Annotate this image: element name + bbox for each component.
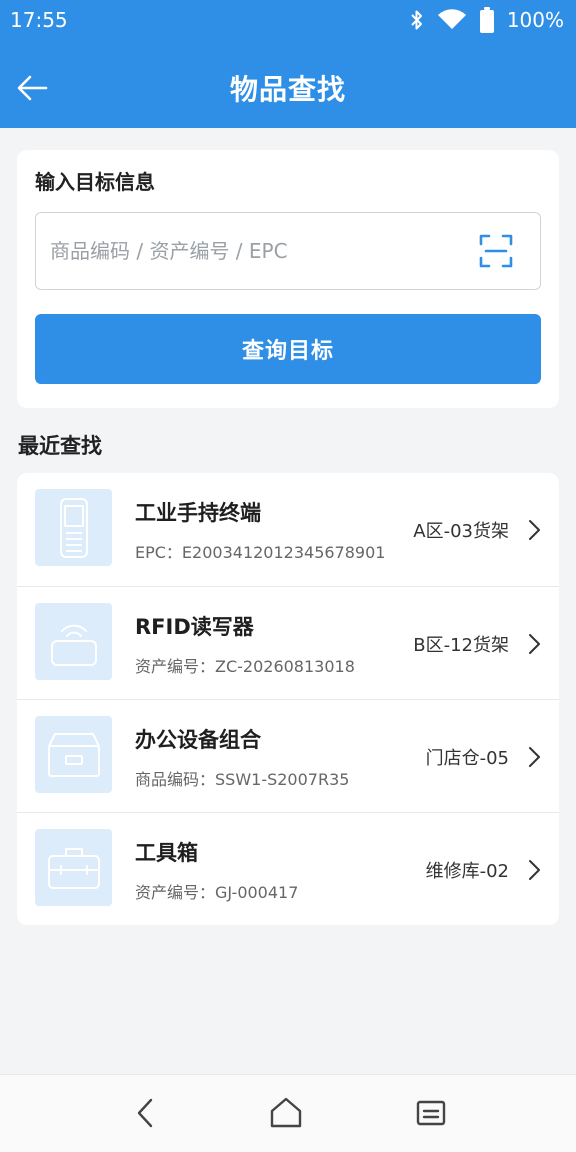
handheld-terminal-icon: [59, 497, 88, 558]
scan-button[interactable]: [478, 233, 514, 269]
battery-percent: 100%: [506, 8, 564, 32]
list-item[interactable]: 工业手持终端 EPC：E2003412012345678901 A区-03货架: [17, 473, 559, 586]
nav-back-icon: [137, 1098, 153, 1128]
list-item[interactable]: RFID读写器 资产编号：ZC-20260813018 B区-12货架: [17, 586, 559, 699]
item-thumbnail: [35, 603, 112, 680]
page-title: 物品查找: [229, 73, 346, 106]
item-thumbnail: [35, 489, 112, 566]
item-thumbnail: [35, 829, 112, 906]
item-code: EPC：E2003412012345678901: [135, 543, 386, 562]
recent-section-title: 最近查找: [18, 434, 102, 458]
storage-box-icon: [47, 732, 100, 777]
bluetooth-icon: [411, 10, 422, 30]
list-item[interactable]: 办公设备组合 商品编码：SSW1-S2007R35 门店仓-05: [17, 699, 559, 812]
item-name: 工业手持终端: [135, 501, 261, 525]
item-location: A区-03货架: [413, 521, 509, 542]
item-location: B区-12货架: [413, 635, 509, 656]
rfid-reader-icon: [50, 624, 97, 666]
item-name: 工具箱: [135, 841, 198, 865]
query-button[interactable]: 查询目标: [35, 314, 541, 384]
system-nav-bar: [0, 1074, 576, 1152]
status-bar: 17:55 100%: [0, 0, 576, 40]
list-item[interactable]: 工具箱 资产编号：GJ-000417 维修库-02: [17, 812, 559, 925]
status-time: 17:55: [10, 8, 68, 32]
item-code: 资产编号：ZC-20260813018: [135, 657, 355, 676]
app-bar: 17:55 100% 物品查找: [0, 0, 576, 128]
title-bar: 物品查找: [0, 50, 576, 128]
nav-back-button[interactable]: [125, 1093, 165, 1133]
item-location: 门店仓-05: [425, 748, 509, 769]
chevron-right-icon: [529, 860, 540, 880]
status-icons: 100%: [409, 7, 564, 33]
nav-recents-button[interactable]: [411, 1093, 451, 1133]
wifi-icon: [437, 9, 466, 29]
scan-icon: [479, 234, 513, 268]
item-location: 维修库-02: [425, 861, 509, 882]
chevron-right-icon: [529, 747, 540, 767]
toolbox-icon: [47, 847, 100, 889]
item-code: 商品编码：SSW1-S2007R35: [135, 770, 350, 789]
item-code: 资产编号：GJ-000417: [135, 883, 299, 902]
item-thumbnail: [35, 716, 112, 793]
search-card: 输入目标信息 查询目标: [17, 150, 559, 408]
battery-icon: [479, 7, 494, 33]
nav-home-icon: [270, 1097, 302, 1128]
search-box: [35, 212, 541, 290]
item-name: RFID读写器: [135, 615, 254, 639]
nav-home-button[interactable]: [266, 1093, 306, 1133]
item-name: 办公设备组合: [135, 728, 261, 752]
chevron-right-icon: [529, 634, 540, 654]
search-input[interactable]: [50, 213, 470, 288]
chevron-right-icon: [529, 520, 540, 540]
recent-list: 工业手持终端 EPC：E2003412012345678901 A区-03货架 …: [17, 473, 559, 925]
nav-recents-icon: [416, 1100, 446, 1126]
search-section-label: 输入目标信息: [35, 170, 155, 194]
